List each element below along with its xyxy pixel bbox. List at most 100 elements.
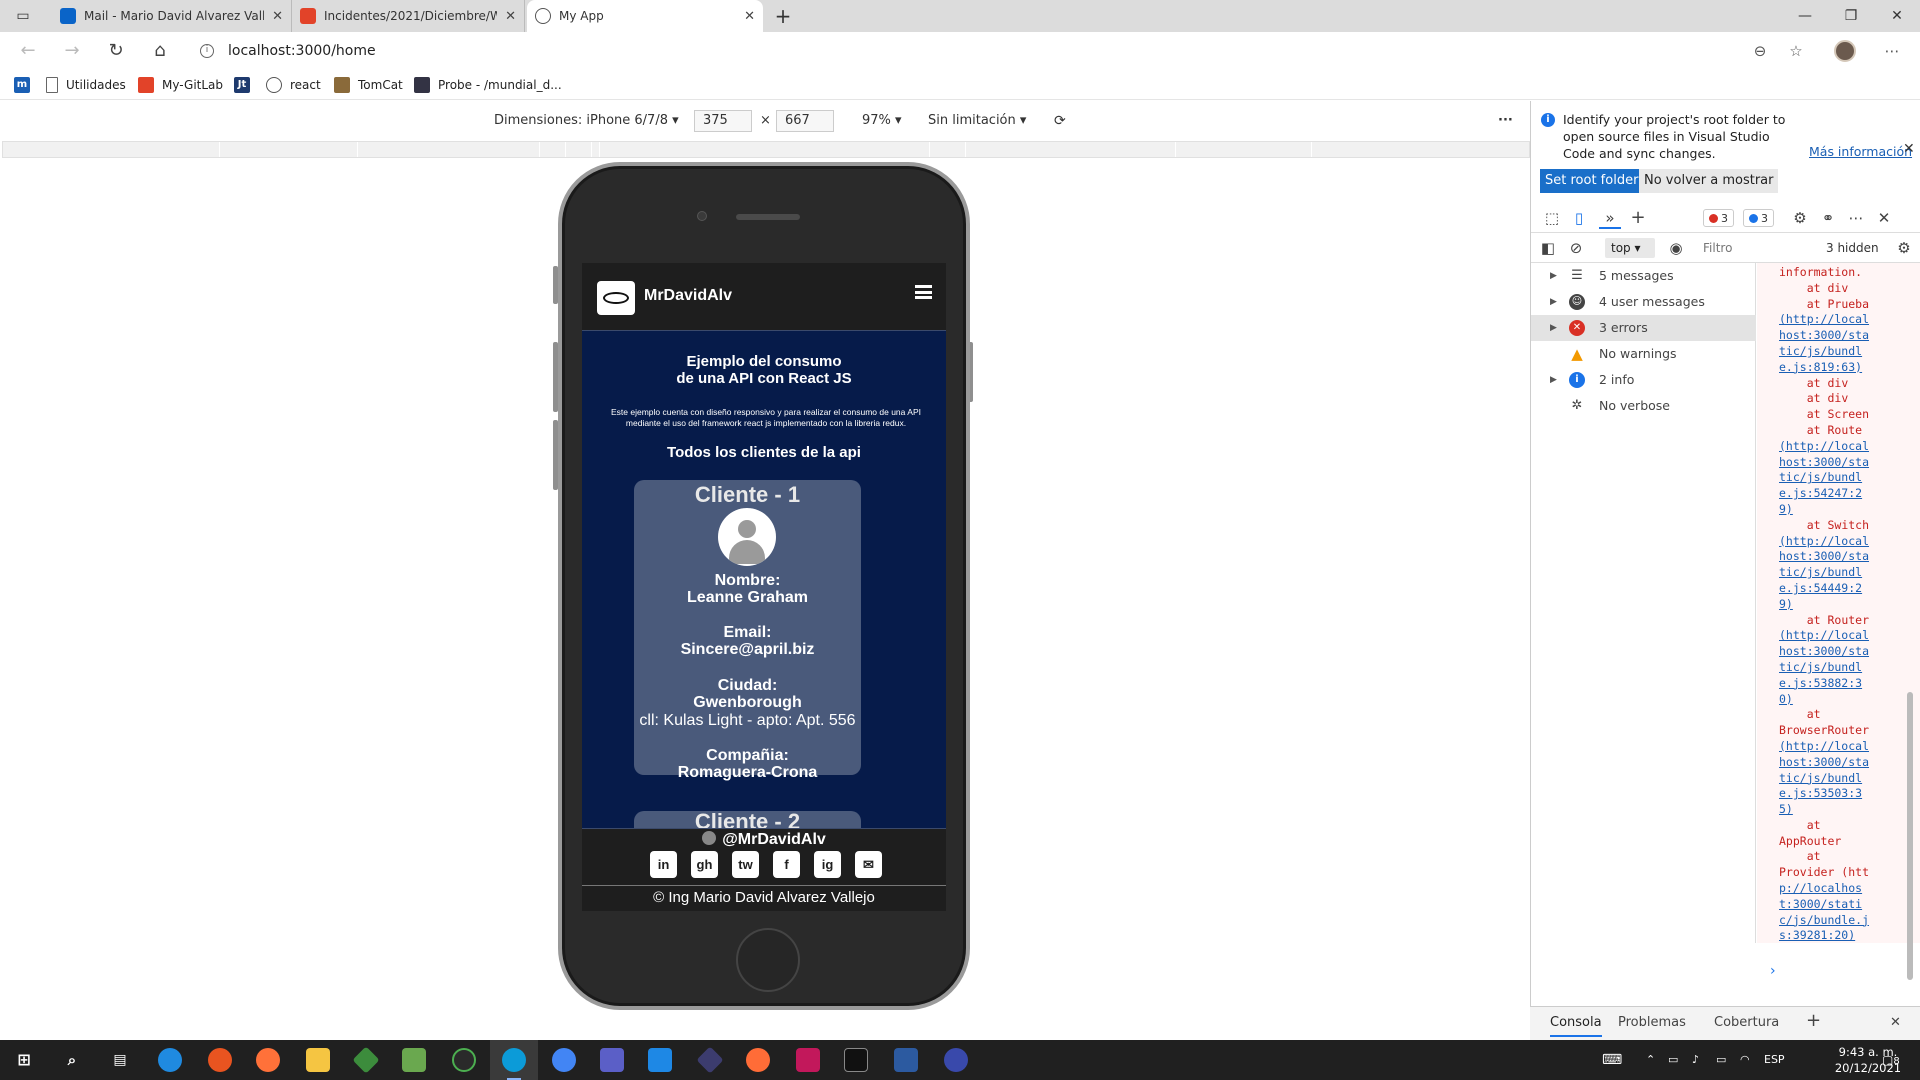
zoom-out-icon[interactable]: ⊖	[1748, 40, 1772, 64]
console-line[interactable]: (http://local	[1779, 628, 1920, 644]
app-icon-2[interactable]	[452, 1048, 476, 1072]
new-tab-button[interactable]: +	[760, 0, 806, 32]
console-line[interactable]: (http://local	[1779, 312, 1920, 328]
site-info-icon[interactable]: i	[200, 44, 214, 58]
app-icon-1[interactable]	[158, 1048, 182, 1072]
more-icon[interactable]: ⋯	[1845, 207, 1867, 229]
zoom-select[interactable]: 97% ▾	[862, 111, 902, 131]
bookmark-jira[interactable]: Jt	[234, 76, 258, 94]
close-tab-icon[interactable]: ✕	[744, 9, 755, 24]
restore-icon[interactable]: ❐	[1828, 0, 1874, 32]
close-devtools-icon[interactable]: ✕	[1873, 207, 1895, 229]
profile-avatar[interactable]	[1834, 40, 1856, 62]
console-line[interactable]: host:3000/sta	[1779, 549, 1920, 565]
app-brand[interactable]: MrDavidAlv	[644, 287, 732, 305]
console-line[interactable]: tic/js/bundl	[1779, 771, 1920, 787]
close-icon[interactable]: ✕	[1903, 141, 1915, 158]
console-line[interactable]: host:3000/sta	[1779, 755, 1920, 771]
app-icon-5[interactable]	[894, 1048, 918, 1072]
console-line[interactable]: host:3000/sta	[1779, 328, 1920, 344]
sidebar-item-errors[interactable]: ▶ ✕ 3 errors	[1531, 315, 1756, 341]
eye-icon[interactable]: ◉	[1665, 237, 1687, 259]
edge-icon[interactable]	[502, 1048, 526, 1072]
terminal-icon[interactable]	[844, 1048, 868, 1072]
console-line[interactable]: (http://local	[1779, 534, 1920, 550]
drawer-tab-coverage[interactable]: Cobertura	[1714, 1015, 1779, 1030]
context-select[interactable]: top ▾	[1605, 238, 1655, 258]
address-input[interactable]: i localhost:3000/home	[200, 38, 1840, 64]
ubuntu-icon[interactable]	[208, 1048, 232, 1072]
add-drawer-tab-icon[interactable]: +	[1806, 1010, 1821, 1031]
tab-mail[interactable]: Mail - Mario David Alvarez Vallej ✕	[52, 0, 292, 32]
console-line[interactable]: e.js:53503:3	[1779, 786, 1920, 802]
console-scrollbar[interactable]	[1905, 262, 1915, 1002]
console-line[interactable]: (http://local	[1779, 739, 1920, 755]
console-line[interactable]: 9)	[1779, 502, 1920, 518]
console-line[interactable]: tic/js/bundl	[1779, 660, 1920, 676]
device-select[interactable]: Dimensiones: iPhone 6/7/8 ▾	[494, 111, 679, 131]
search-icon[interactable]: ⌕	[60, 1048, 84, 1072]
linkedin-icon[interactable]: in	[650, 851, 677, 878]
console-filter-input[interactable]: Filtro	[1699, 238, 1819, 258]
expand-triangle-icon[interactable]: ▶	[1550, 315, 1557, 341]
sidebar-item-messages[interactable]: ▶ ☰ 5 messages	[1531, 263, 1756, 289]
console-line[interactable]: host:3000/sta	[1779, 644, 1920, 660]
reload-icon[interactable]: ↻	[102, 39, 130, 63]
rotate-icon[interactable]: ⟳	[1054, 111, 1066, 131]
hamburger-menu-icon[interactable]	[915, 285, 932, 299]
app-logo[interactable]	[597, 281, 635, 315]
teams-icon[interactable]	[600, 1048, 624, 1072]
forward-icon[interactable]: →	[58, 39, 86, 63]
inspect-icon[interactable]: ⬚	[1541, 207, 1563, 229]
more-tabs-icon[interactable]: »	[1599, 207, 1621, 229]
console-line[interactable]: c/js/bundle.j	[1779, 913, 1920, 929]
error-badge[interactable]: 3	[1703, 209, 1734, 227]
favorites-icon[interactable]: ☆	[1784, 40, 1808, 64]
tab-gitlab[interactable]: Incidentes/2021/Diciembre/WS_ ✕	[292, 0, 525, 32]
app-icon-4[interactable]	[796, 1048, 820, 1072]
close-drawer-icon[interactable]: ✕	[1890, 1015, 1901, 1030]
minimize-icon[interactable]: —	[1782, 0, 1828, 32]
home-icon[interactable]: ⌂	[146, 39, 174, 63]
close-tab-icon[interactable]: ✕	[505, 9, 516, 24]
clear-console-icon[interactable]: ⊘	[1565, 237, 1587, 259]
file-explorer-icon[interactable]	[306, 1048, 330, 1072]
console-prompt-icon[interactable]: ›	[1770, 963, 1776, 979]
console-log[interactable]: information. at div at Prueba (http://loc…	[1757, 263, 1920, 943]
drawer-tab-console[interactable]: Consola	[1550, 1015, 1602, 1037]
expand-triangle-icon[interactable]: ▶	[1550, 263, 1557, 289]
gear-icon[interactable]: ⚙	[1789, 207, 1811, 229]
console-line[interactable]: s:39281:20)	[1779, 928, 1920, 943]
network-tray-icon[interactable]: ▭	[1668, 1040, 1678, 1080]
tab-actions-icon[interactable]: ▭	[0, 0, 46, 32]
app-icon-6[interactable]	[944, 1048, 968, 1072]
notifications-icon[interactable]: ▢8	[1882, 1040, 1900, 1080]
vscode-icon[interactable]	[648, 1048, 672, 1072]
facebook-icon[interactable]: f	[773, 851, 800, 878]
console-line[interactable]: 0)	[1779, 692, 1920, 708]
git-icon[interactable]	[352, 1046, 380, 1074]
windows-start-icon[interactable]: ⊞	[12, 1048, 36, 1072]
bookmark-probe[interactable]: Probe - /mundial_d...	[414, 76, 562, 94]
twitter-icon[interactable]: tw	[732, 851, 759, 878]
language-indicator[interactable]: ESP	[1764, 1040, 1785, 1080]
expand-triangle-icon[interactable]: ▶	[1550, 367, 1557, 393]
device-toggle-icon[interactable]: ▯	[1568, 207, 1590, 229]
phone-home-button[interactable]	[736, 928, 800, 992]
console-line[interactable]: 9)	[1779, 597, 1920, 613]
set-root-folder-button[interactable]: Set root folder	[1540, 169, 1644, 193]
firefox-icon[interactable]	[256, 1048, 280, 1072]
console-line[interactable]: t:3000/stati	[1779, 897, 1920, 913]
battery-icon[interactable]: ▭	[1716, 1040, 1726, 1080]
postman-icon[interactable]	[746, 1048, 770, 1072]
console-line[interactable]: tic/js/bundl	[1779, 470, 1920, 486]
console-settings-icon[interactable]: ⚙	[1893, 237, 1915, 259]
console-line[interactable]: p://localhos	[1779, 881, 1920, 897]
github-icon[interactable]: gh	[691, 851, 718, 878]
console-line[interactable]: tic/js/bundl	[1779, 565, 1920, 581]
expand-triangle-icon[interactable]: ▶	[1550, 289, 1557, 315]
sidebar-item-warnings[interactable]: ▲ No warnings	[1531, 341, 1756, 367]
connect-icon[interactable]: ⚭	[1817, 207, 1839, 229]
close-tab-icon[interactable]: ✕	[272, 9, 283, 24]
dont-show-again-button[interactable]: No volver a mostrar	[1639, 169, 1779, 193]
